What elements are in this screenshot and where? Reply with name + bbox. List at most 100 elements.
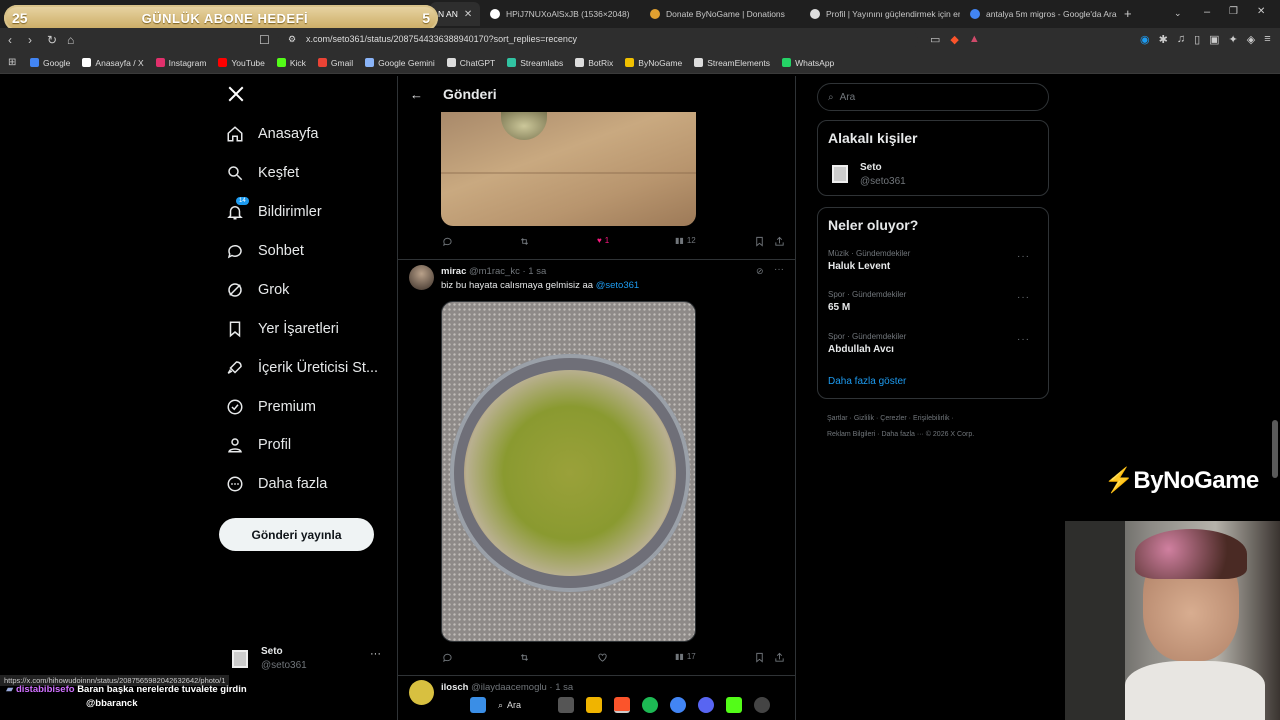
share-button[interactable] [774, 652, 785, 663]
tweet-time[interactable]: · 1 sa [522, 266, 546, 277]
bookmark-item[interactable]: ByNoGame [625, 58, 682, 68]
new-tab-button[interactable]: + [1124, 6, 1132, 21]
bookmark-tweet-button[interactable] [754, 652, 765, 663]
trend-item[interactable]: Spor · Gündemdekiler Abdullah Avcı ··· [828, 332, 1040, 362]
task-view-icon[interactable] [558, 697, 574, 713]
url-bar[interactable]: ⚙ x.com/seto361/status/20875443363889401… [278, 31, 918, 49]
puzzle-icon[interactable]: ✱ [1159, 33, 1168, 46]
obs-icon[interactable] [754, 697, 770, 713]
more-icon[interactable]: ··· [370, 648, 381, 660]
spotify-icon[interactable] [642, 697, 658, 713]
chrome-icon[interactable] [670, 697, 686, 713]
sidebar-item-person[interactable]: Profil [226, 428, 291, 462]
more-icon[interactable]: ··· [1017, 334, 1030, 345]
forward-icon[interactable]: › [28, 33, 32, 47]
bookmark-item[interactable]: Google Gemini [365, 58, 435, 68]
browser-tab[interactable]: antalya 5m migros - Google'da Ara [962, 2, 1120, 26]
sidebar-item-home[interactable]: Anasayfa [226, 117, 318, 151]
minimize-button[interactable]: – [1204, 6, 1210, 18]
sidebar-toggle-icon[interactable]: ▯ [1194, 33, 1200, 46]
bookmark-item[interactable]: Kick [276, 58, 306, 68]
close-icon[interactable]: ✕ [464, 9, 472, 20]
avatar[interactable] [409, 265, 434, 290]
bookmark-item[interactable]: Gmail [317, 58, 353, 68]
back-arrow-icon[interactable]: ← [410, 87, 423, 102]
windows-start-icon[interactable] [470, 697, 486, 713]
close-window-button[interactable]: ✕ [1257, 6, 1265, 17]
menu-icon[interactable]: ≡ [1264, 33, 1270, 46]
bookmark-item[interactable]: StreamElements [694, 58, 770, 68]
retweet-button[interactable] [519, 652, 530, 663]
like-button[interactable]: ♥ 1 [597, 236, 609, 245]
tweet-image[interactable] [441, 301, 696, 642]
author-name[interactable]: mirac [441, 266, 466, 277]
search-input[interactable]: ⌕ Ara [817, 83, 1049, 111]
leo-icon[interactable]: ✦ [1229, 33, 1238, 46]
wallet-icon[interactable]: ▣ [1209, 33, 1219, 46]
person-handle[interactable]: @seto361 [860, 176, 906, 187]
bookmark-item[interactable]: BotRix [575, 58, 613, 68]
sidebar-item-verified[interactable]: Premium [226, 390, 316, 424]
scrollbar-thumb[interactable] [1272, 420, 1278, 478]
extension-icon[interactable]: ◉ [1140, 33, 1150, 46]
bookmark-item[interactable]: Anasayfa / X [82, 58, 144, 68]
sidebar-item-rocket[interactable]: İçerik Üreticisi St... [226, 351, 378, 385]
person-name[interactable]: Seto [860, 162, 882, 173]
apps-grid-icon[interactable]: ⊞ [8, 57, 16, 68]
avatar[interactable] [832, 165, 848, 183]
brave-rewards-icon[interactable]: ▲ [969, 33, 980, 46]
more-icon[interactable]: ··· [774, 264, 784, 275]
bookmark-tweet-button[interactable] [754, 236, 765, 247]
maximize-button[interactable]: ❐ [1229, 6, 1238, 17]
like-button[interactable] [597, 652, 608, 663]
footer-line[interactable]: Şartlar · Gizlilik · Çerezler · Erişileb… [827, 411, 1047, 427]
avatar[interactable] [409, 680, 434, 705]
retweet-button[interactable] [519, 236, 530, 247]
browser-tab[interactable]: HPiJ7NUXoAlSxJB (1536×2048) [482, 2, 640, 26]
back-icon[interactable]: ‹ [8, 33, 12, 47]
bookmark-page-icon[interactable]: ☐ [259, 33, 270, 47]
views-button[interactable]: ▮▮ 12 [675, 236, 696, 245]
file-explorer-icon[interactable] [586, 697, 602, 713]
author-name[interactable]: ilosch [441, 682, 468, 693]
x-logo-icon[interactable] [227, 85, 245, 108]
taskbar-search[interactable]: ⌕ Ara [498, 700, 546, 711]
browser-tab[interactable]: Donate ByNoGame | Donations [642, 2, 800, 26]
bookmark-item[interactable]: YouTube [218, 58, 265, 68]
reply-button[interactable] [442, 652, 453, 663]
trend-item[interactable]: Spor · Gündemdekiler 65 M ··· [828, 290, 1040, 320]
tweet-image[interactable] [441, 112, 696, 226]
more-icon[interactable]: ··· [1017, 292, 1030, 303]
sidebar-item-bell[interactable]: 14 Bildirimler [226, 195, 322, 229]
home-browser-icon[interactable]: ⌂ [67, 33, 74, 47]
tab-search-icon[interactable]: ⌄ [1174, 8, 1182, 19]
grok-icon[interactable]: ⊘ [756, 266, 764, 277]
bookmark-item[interactable]: Streamlabs [507, 58, 563, 68]
author-handle[interactable]: @m1rac_kc [469, 266, 520, 277]
post-button[interactable]: Gönderi yayınla [219, 518, 374, 551]
brave-shield-icon[interactable]: ◆ [950, 33, 958, 46]
share-button[interactable] [774, 236, 785, 247]
sidebar-item-grok[interactable]: Grok [226, 273, 289, 307]
sidebar-item-bookmark[interactable]: Yer İşaretleri [226, 312, 339, 346]
sidebar-item-search[interactable]: Keşfet [226, 156, 299, 190]
vpn-icon[interactable]: ◈ [1247, 33, 1255, 46]
mention-link[interactable]: @seto361 [596, 280, 639, 291]
footer-line[interactable]: Reklam Bilgileri · Daha fazla ··· © 2026… [827, 427, 1047, 443]
music-icon[interactable]: ♫ [1177, 33, 1185, 46]
kick-app-icon[interactable] [726, 697, 742, 713]
browser-tab[interactable]: Profil | Yayınını güçlendirmek için en [802, 2, 960, 26]
discord-icon[interactable] [698, 697, 714, 713]
brave-browser-icon[interactable] [614, 697, 630, 713]
site-info-icon[interactable]: ⚙ [288, 34, 296, 45]
show-more-link[interactable]: Daha fazla göster [828, 376, 906, 387]
bookmark-item[interactable]: Google [30, 58, 70, 68]
account-switcher[interactable]: Seto @seto361 ··· [228, 644, 388, 678]
bookmark-item[interactable]: ChatGPT [446, 58, 495, 68]
more-icon[interactable]: ··· [1017, 251, 1030, 262]
reply-button[interactable] [442, 236, 453, 247]
views-button[interactable]: ▮▮ 17 [675, 652, 696, 661]
bookmark-item[interactable]: WhatsApp [782, 58, 834, 68]
bookmark-item[interactable]: Instagram [155, 58, 206, 68]
trend-item[interactable]: Müzik · Gündemdekiler Haluk Levent ··· [828, 249, 1040, 279]
